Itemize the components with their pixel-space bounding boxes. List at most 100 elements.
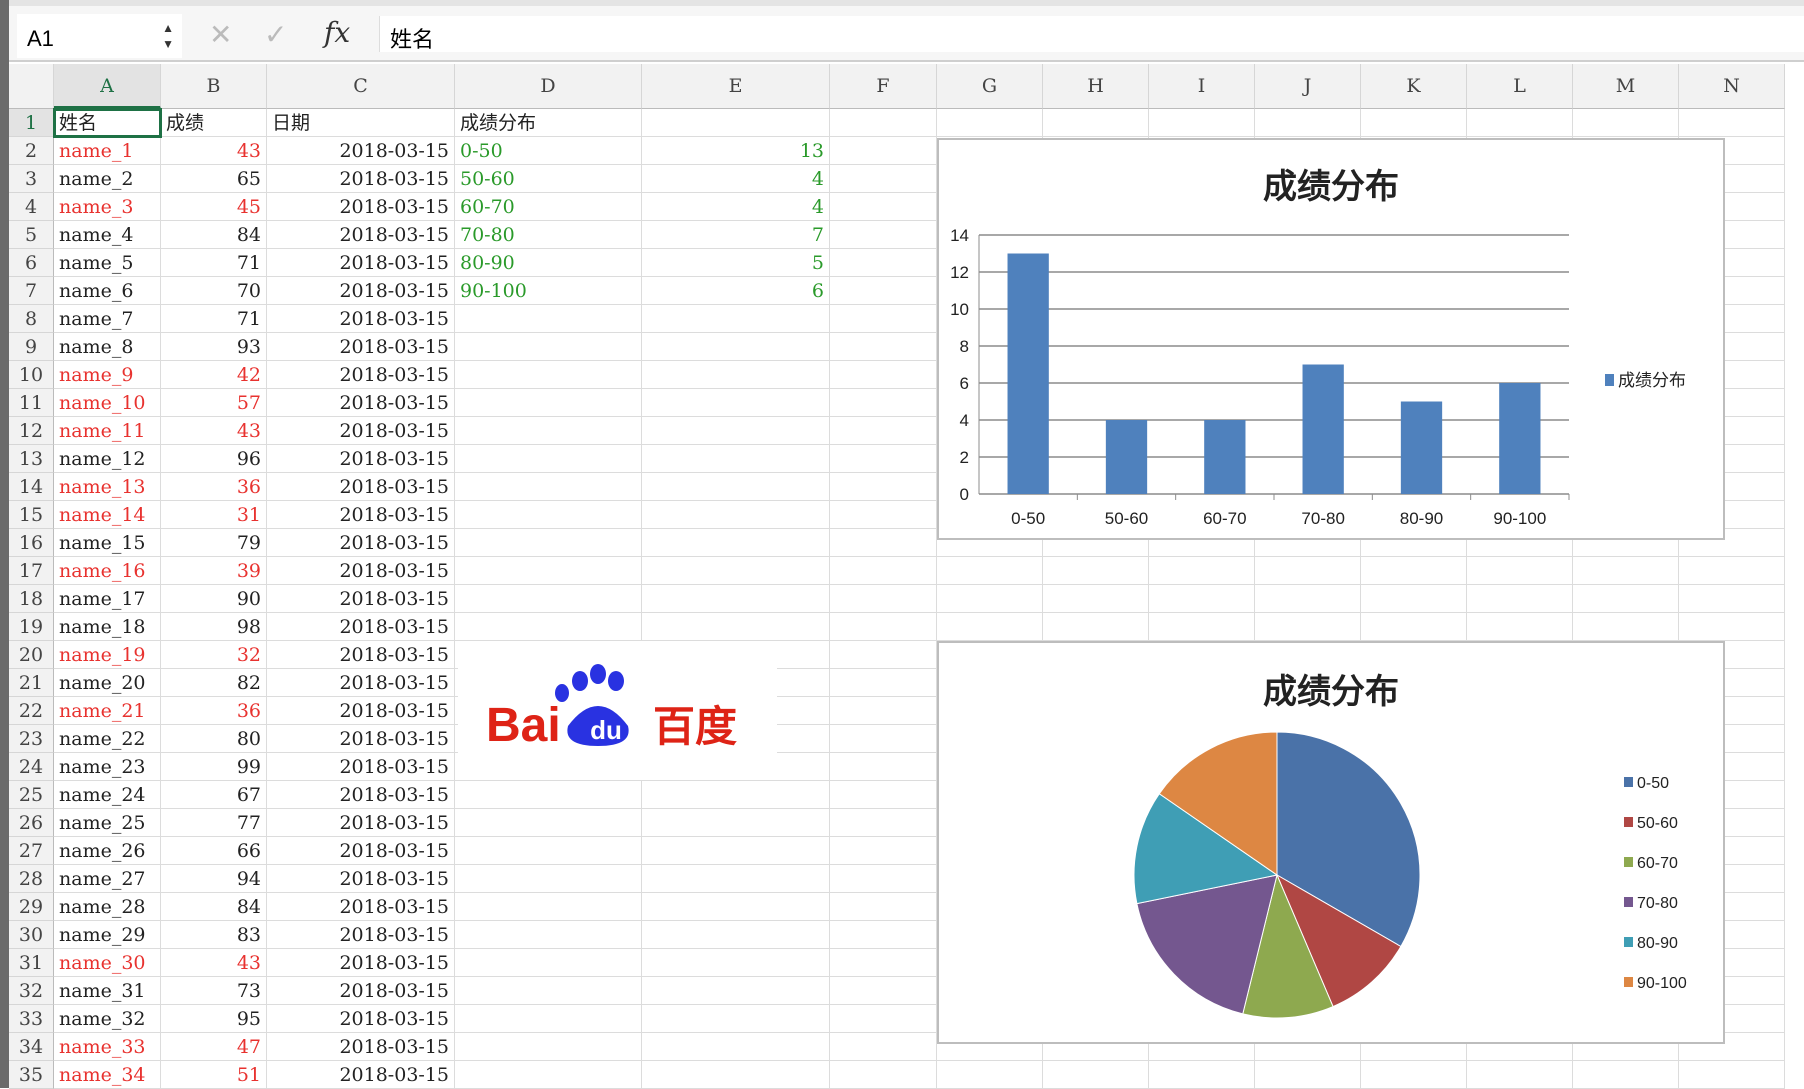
cell-C34[interactable]: 2018-03-15 xyxy=(267,1033,455,1061)
fx-icon[interactable]: fx xyxy=(324,16,350,49)
cell[interactable] xyxy=(1255,585,1361,613)
cell[interactable] xyxy=(830,641,937,669)
row-header[interactable]: 3 xyxy=(9,165,54,193)
cell-A14[interactable]: name_13 xyxy=(54,473,161,501)
cell-B26[interactable]: 77 xyxy=(161,809,267,837)
cell[interactable] xyxy=(1467,613,1573,641)
cell[interactable] xyxy=(642,1033,830,1061)
pie-chart[interactable]: 成绩分布 0-50 50-60 60-70 70-80 80-90 90-100 xyxy=(937,641,1725,1044)
cell-B33[interactable]: 95 xyxy=(161,1005,267,1033)
cell[interactable] xyxy=(937,109,1043,137)
cell-D2[interactable]: 0-50 xyxy=(455,137,642,165)
cell-D1[interactable]: 成绩分布 xyxy=(455,109,642,137)
row-header[interactable]: 28 xyxy=(9,865,54,893)
cell[interactable] xyxy=(830,781,937,809)
cell[interactable] xyxy=(830,809,937,837)
row-header[interactable]: 4 xyxy=(9,193,54,221)
cell-B3[interactable]: 65 xyxy=(161,165,267,193)
cell-E4[interactable]: 4 xyxy=(642,193,830,221)
cell[interactable] xyxy=(937,585,1043,613)
cell-A32[interactable]: name_31 xyxy=(54,977,161,1005)
cell[interactable] xyxy=(642,837,830,865)
cell-A8[interactable]: name_7 xyxy=(54,305,161,333)
cell[interactable] xyxy=(830,893,937,921)
cell-B11[interactable]: 57 xyxy=(161,389,267,417)
row-header[interactable]: 26 xyxy=(9,809,54,837)
cell-A20[interactable]: name_19 xyxy=(54,641,161,669)
cell[interactable] xyxy=(642,1005,830,1033)
column-header-I[interactable]: I xyxy=(1149,64,1255,109)
cell-A9[interactable]: name_8 xyxy=(54,333,161,361)
cell[interactable] xyxy=(642,557,830,585)
cell[interactable] xyxy=(642,529,830,557)
row-header[interactable]: 1 xyxy=(9,109,54,137)
cell-C30[interactable]: 2018-03-15 xyxy=(267,921,455,949)
cell[interactable] xyxy=(642,445,830,473)
cell[interactable] xyxy=(1467,109,1573,137)
cell[interactable] xyxy=(642,781,830,809)
row-header[interactable]: 19 xyxy=(9,613,54,641)
cell[interactable] xyxy=(455,977,642,1005)
cell[interactable] xyxy=(642,977,830,1005)
cell[interactable] xyxy=(1467,557,1573,585)
cell-E6[interactable]: 5 xyxy=(642,249,830,277)
cell[interactable] xyxy=(455,1005,642,1033)
cell-C18[interactable]: 2018-03-15 xyxy=(267,585,455,613)
row-header[interactable]: 2 xyxy=(9,137,54,165)
cell[interactable] xyxy=(642,921,830,949)
cell-A24[interactable]: name_23 xyxy=(54,753,161,781)
cell[interactable] xyxy=(455,361,642,389)
cell[interactable] xyxy=(830,193,937,221)
cell[interactable] xyxy=(1679,109,1785,137)
confirm-icon[interactable]: ✓ xyxy=(264,18,287,51)
cell-C21[interactable]: 2018-03-15 xyxy=(267,669,455,697)
cell-D6[interactable]: 80-90 xyxy=(455,249,642,277)
cell[interactable] xyxy=(937,1061,1043,1089)
cell[interactable] xyxy=(1361,613,1467,641)
row-header[interactable]: 33 xyxy=(9,1005,54,1033)
cell[interactable] xyxy=(642,361,830,389)
cell-A23[interactable]: name_22 xyxy=(54,725,161,753)
cell[interactable] xyxy=(455,417,642,445)
cell-B20[interactable]: 32 xyxy=(161,641,267,669)
cell-D4[interactable]: 60-70 xyxy=(455,193,642,221)
cell[interactable] xyxy=(1043,585,1149,613)
cell-A7[interactable]: name_6 xyxy=(54,277,161,305)
cell-B19[interactable]: 98 xyxy=(161,613,267,641)
cell[interactable] xyxy=(642,893,830,921)
cell-A10[interactable]: name_9 xyxy=(54,361,161,389)
column-header-A[interactable]: A xyxy=(54,64,161,109)
cell-A5[interactable]: name_4 xyxy=(54,221,161,249)
cell-B23[interactable]: 80 xyxy=(161,725,267,753)
cell[interactable] xyxy=(830,1005,937,1033)
row-header[interactable]: 9 xyxy=(9,333,54,361)
cell-D5[interactable]: 70-80 xyxy=(455,221,642,249)
name-box[interactable]: A1 ▲ ▼ xyxy=(17,14,182,58)
column-header-K[interactable]: K xyxy=(1361,64,1467,109)
cell-B14[interactable]: 36 xyxy=(161,473,267,501)
cell[interactable] xyxy=(455,557,642,585)
cell-A28[interactable]: name_27 xyxy=(54,865,161,893)
cell[interactable] xyxy=(830,865,937,893)
cell-C14[interactable]: 2018-03-15 xyxy=(267,473,455,501)
cell[interactable] xyxy=(830,109,937,137)
cell[interactable] xyxy=(830,361,937,389)
column-header-J[interactable]: J xyxy=(1255,64,1361,109)
cell[interactable] xyxy=(455,837,642,865)
column-header-L[interactable]: L xyxy=(1467,64,1573,109)
cell-C23[interactable]: 2018-03-15 xyxy=(267,725,455,753)
row-header[interactable]: 35 xyxy=(9,1061,54,1089)
cell[interactable] xyxy=(1679,585,1785,613)
cell[interactable] xyxy=(1149,1061,1255,1089)
cell-B15[interactable]: 31 xyxy=(161,501,267,529)
cell-B32[interactable]: 73 xyxy=(161,977,267,1005)
cell-A29[interactable]: name_28 xyxy=(54,893,161,921)
cell-A1[interactable]: 姓名 xyxy=(53,108,162,138)
cell-A34[interactable]: name_33 xyxy=(54,1033,161,1061)
cell[interactable] xyxy=(642,501,830,529)
cell[interactable] xyxy=(830,473,937,501)
cell-A16[interactable]: name_15 xyxy=(54,529,161,557)
cell-A6[interactable]: name_5 xyxy=(54,249,161,277)
cell-C9[interactable]: 2018-03-15 xyxy=(267,333,455,361)
cell-B30[interactable]: 83 xyxy=(161,921,267,949)
